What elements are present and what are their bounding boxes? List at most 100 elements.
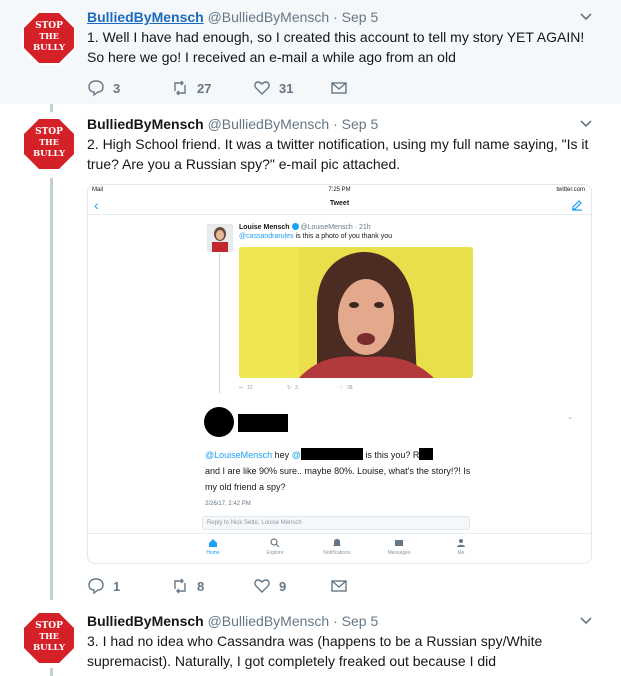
reply-is-this-you: is this you? R bbox=[362, 450, 420, 460]
tweet-text: 3. I had no idea who Cassandra was (happ… bbox=[87, 633, 543, 669]
reply-count: 1 bbox=[113, 578, 121, 594]
phone-nav-bar: ‹ Tweet bbox=[88, 195, 591, 215]
tab-me-label: Me bbox=[457, 550, 465, 556]
like-button[interactable]: 31 bbox=[253, 78, 293, 98]
display-name[interactable]: BulliedByMensch bbox=[87, 116, 204, 132]
phone-status-bar: Mail 7:25 PM twitter.com bbox=[88, 185, 591, 195]
avatar[interactable]: STOP THE BULLY bbox=[21, 116, 77, 172]
woman-photo bbox=[239, 247, 473, 378]
avatar[interactable]: STOP THE BULLY bbox=[21, 10, 77, 66]
like-count: 9 bbox=[279, 578, 287, 594]
quoted-retweet-count: 3 bbox=[295, 385, 298, 391]
quoted-heart-icon: ♡ bbox=[339, 385, 344, 391]
person-icon bbox=[457, 539, 465, 547]
quoted-reply-icon: ↩ bbox=[239, 385, 244, 391]
quoted-body: is this a photo of you thank you bbox=[293, 233, 393, 240]
heart-icon bbox=[254, 81, 270, 95]
svg-text:STOP: STOP bbox=[35, 621, 63, 631]
chevron-down-icon[interactable] bbox=[579, 614, 593, 628]
timestamp[interactable]: · Sep 5 bbox=[333, 9, 378, 25]
redacted-avatar bbox=[204, 407, 234, 437]
quoted-reply-count: 12 bbox=[247, 385, 253, 391]
tweet-text: 1. Well I have had enough, so I created … bbox=[87, 29, 585, 65]
retweet-button[interactable]: 27 bbox=[171, 78, 211, 98]
bell-icon bbox=[333, 539, 341, 546]
like-count: 31 bbox=[279, 80, 294, 96]
svg-text:BULLY: BULLY bbox=[33, 149, 66, 159]
quoted-avatar bbox=[207, 224, 233, 252]
timestamp[interactable]: · Sep 5 bbox=[333, 116, 378, 132]
stop-the-bully-logo: STOP THE BULLY bbox=[22, 611, 76, 665]
avatar[interactable]: STOP THE BULLY bbox=[21, 610, 77, 666]
verified-badge-icon bbox=[291, 223, 299, 230]
tab-messages-label: Messages bbox=[387, 550, 411, 556]
reply-text: @LouiseMensch hey @ is this you? R and I… bbox=[205, 447, 475, 495]
handle[interactable]: @BulliedByMensch bbox=[208, 9, 330, 25]
quoted-header: Louise Mensch @LouiseMensch · 21h bbox=[239, 223, 371, 231]
svg-text:BULLY: BULLY bbox=[33, 643, 66, 653]
tweet-header: BulliedByMensch @BulliedByMensch · Sep 5 bbox=[87, 612, 378, 630]
attached-screenshot[interactable]: Mail 7:25 PM twitter.com ‹ Tweet Louise … bbox=[87, 184, 592, 564]
quoted-like-count: 38 bbox=[347, 385, 353, 391]
tab-notifications-label: Notifications bbox=[323, 550, 351, 556]
envelope-icon bbox=[331, 82, 347, 94]
svg-text:BULLY: BULLY bbox=[33, 43, 66, 53]
direct-message-button[interactable] bbox=[330, 576, 348, 596]
handle[interactable]: @BulliedByMensch bbox=[208, 613, 330, 629]
search-icon bbox=[270, 538, 280, 548]
tab-messages: Messages bbox=[369, 538, 429, 556]
reply-icon bbox=[88, 80, 104, 97]
envelope-icon bbox=[395, 540, 403, 546]
envelope-icon bbox=[331, 580, 347, 592]
redacted-word bbox=[419, 448, 434, 460]
status-right: twitter.com bbox=[556, 187, 585, 193]
home-icon bbox=[209, 539, 217, 547]
redacted-handle bbox=[300, 448, 363, 460]
tab-notifications: Notifications bbox=[307, 538, 367, 556]
tweet[interactable]: STOP THE BULLY BulliedByMensch @BulliedB… bbox=[0, 600, 621, 676]
reply-button[interactable]: 3 bbox=[87, 78, 120, 98]
tweet[interactable]: STOP THE BULLY BulliedByMensch @BulliedB… bbox=[0, 104, 621, 600]
tab-explore-label: Explore bbox=[266, 550, 284, 556]
reply-mention: @LouiseMensch bbox=[205, 450, 273, 460]
quoted-handle: @LouiseMensch · 21h bbox=[300, 224, 371, 231]
display-name[interactable]: BulliedByMensch bbox=[87, 613, 204, 629]
retweet-count: 8 bbox=[197, 578, 205, 594]
tab-me: Me bbox=[431, 538, 491, 556]
svg-text:THE: THE bbox=[39, 631, 59, 641]
direct-message-button[interactable] bbox=[330, 78, 348, 98]
svg-text:STOP: STOP bbox=[35, 127, 63, 137]
reply-icon bbox=[88, 578, 104, 595]
like-button[interactable]: 9 bbox=[253, 576, 286, 596]
quoted-name: Louise Mensch bbox=[239, 224, 290, 231]
phone-tab-bar: Home Explore Notifications Messages Me bbox=[88, 533, 591, 563]
tweet-header: BulliedByMensch @BulliedByMensch · Sep 5 bbox=[87, 115, 378, 133]
tweet-text: 2. High School friend. It was a twitter … bbox=[87, 136, 589, 172]
chevron-down-icon[interactable] bbox=[579, 117, 593, 131]
reply-hey: hey bbox=[272, 450, 292, 460]
svg-text:THE: THE bbox=[39, 31, 59, 41]
tab-explore: Explore bbox=[245, 538, 305, 556]
tab-home-label: Home bbox=[206, 550, 220, 556]
reply-button[interactable]: 1 bbox=[87, 576, 120, 596]
chevron-down-icon[interactable] bbox=[579, 10, 593, 24]
chevron-down-icon: ⌄ bbox=[567, 414, 573, 421]
thread-line bbox=[219, 253, 220, 393]
retweet-count: 27 bbox=[197, 80, 212, 96]
display-name[interactable]: BulliedByMensch bbox=[87, 9, 204, 25]
redacted-name bbox=[238, 414, 288, 432]
svg-text:STOP: STOP bbox=[35, 21, 63, 31]
quoted-text: @cassandrarules is this a photo of you t… bbox=[239, 233, 392, 240]
quoted-retweet-icon: ↻ bbox=[287, 385, 292, 391]
compose-icon bbox=[572, 200, 582, 211]
reply-rest: and I are like 90% sure.. maybe 80%. Lou… bbox=[205, 466, 471, 492]
svg-text:THE: THE bbox=[39, 137, 59, 147]
quoted-mention: @cassandrarules bbox=[239, 233, 294, 240]
retweet-button[interactable]: 8 bbox=[171, 576, 204, 596]
timestamp[interactable]: · Sep 5 bbox=[333, 613, 378, 629]
tweet[interactable]: STOP THE BULLY BulliedByMensch @BulliedB… bbox=[0, 0, 621, 104]
stop-the-bully-logo: STOP THE BULLY bbox=[22, 11, 76, 65]
stop-the-bully-logo: STOP THE BULLY bbox=[22, 117, 76, 171]
quoted-photo bbox=[239, 247, 473, 378]
handle[interactable]: @BulliedByMensch bbox=[208, 116, 330, 132]
